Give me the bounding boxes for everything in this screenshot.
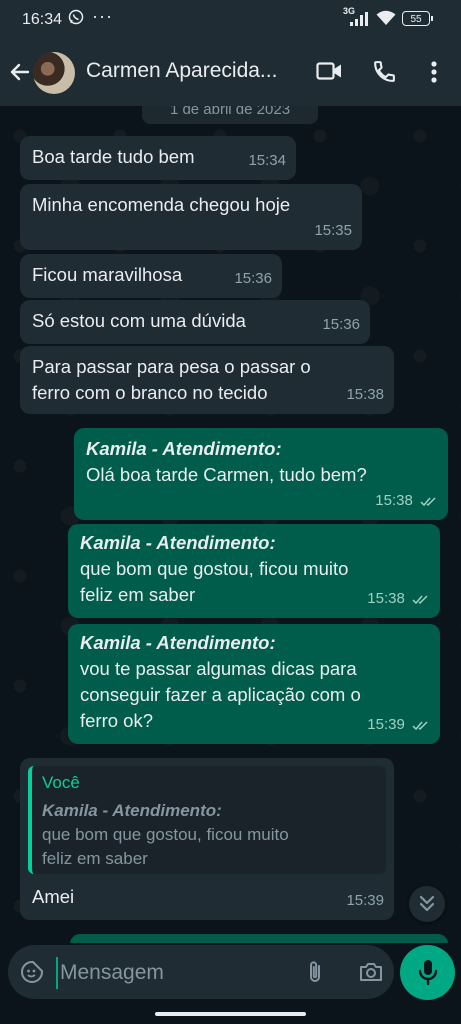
contact-avatar[interactable]	[33, 52, 75, 94]
message-input[interactable]	[56, 957, 292, 989]
quote-line: feliz em saber	[42, 849, 148, 868]
phone-icon[interactable]	[372, 59, 397, 84]
message-time: 15:36	[322, 316, 360, 333]
message-outgoing[interactable]: Kamila - Atendimento: vou te passar algu…	[68, 624, 440, 744]
message-author: Kamila - Atendimento:	[86, 438, 282, 459]
video-call-icon[interactable]	[316, 61, 343, 81]
message-text: Kamila - Atendimento: Olá boa tarde Carm…	[86, 436, 367, 488]
message-line: vou te passar algumas dicas para	[80, 658, 357, 679]
message-incoming[interactable]: Só estou com uma dúvida 15:36	[20, 300, 370, 344]
quote-author: Kamila - Atendimento:	[42, 801, 222, 820]
message-author: Kamila - Atendimento:	[80, 532, 276, 553]
message-line: ferro ok?	[80, 710, 154, 731]
message-line: que bom que gostou, ficou muito	[80, 558, 349, 579]
message-line: conseguir fazer a aplicação com o	[80, 684, 361, 705]
message-outgoing[interactable]: Kamila - Atendimento: Olá boa tarde Carm…	[74, 428, 448, 520]
message-meta: 15:38	[367, 586, 430, 612]
message-line: Olá boa tarde Carmen, tudo bem?	[86, 464, 367, 485]
message-line: ferro com o branco no tecido	[32, 382, 268, 403]
contact-name[interactable]: Carmen Aparecida...	[86, 59, 306, 83]
message-incoming[interactable]: Para passar para pesa o passar o ferro c…	[20, 346, 394, 414]
message-incoming[interactable]: Boa tarde tudo bem 15:34	[20, 136, 296, 180]
camera-icon[interactable]	[358, 960, 384, 984]
message-text: Ficou maravilhosa	[32, 264, 183, 285]
quote-sender: Você	[42, 773, 80, 792]
mic-icon	[418, 960, 438, 986]
wifi-icon	[376, 10, 396, 25]
message-list[interactable]: 1 de abril de 2023 Boa tarde tudo bem 15…	[0, 106, 461, 943]
message-time: 15:36	[234, 270, 272, 287]
message-incoming-reply[interactable]: Você Kamila - Atendimento: que bom que g…	[20, 758, 394, 920]
chat-header: Carmen Aparecida...	[0, 40, 461, 106]
message-text: Para passar para pesa o passar o ferro c…	[32, 354, 311, 406]
read-ticks-icon	[412, 721, 428, 730]
more-notifications-icon: ···	[92, 6, 113, 26]
sticker-icon[interactable]	[20, 960, 44, 984]
message-incoming[interactable]: Ficou maravilhosa 15:36	[20, 254, 282, 298]
home-indicator	[155, 1012, 306, 1016]
message-meta: 15:39	[367, 712, 430, 738]
signal-icon	[350, 12, 368, 26]
message-text: Só estou com uma dúvida	[32, 310, 246, 331]
status-bar: 16:34 ··· 3G 55	[0, 0, 461, 40]
message-time: 15:35	[314, 222, 352, 239]
double-chevron-down-icon	[419, 895, 435, 912]
message-outgoing[interactable]: Kamila - Atendimento: que bom que gostou…	[68, 524, 440, 618]
message-composer	[8, 945, 394, 999]
message-time: 15:38	[346, 386, 384, 403]
message-time: 15:34	[248, 152, 286, 169]
message-time: 15:38	[375, 492, 413, 509]
battery-indicator: 55	[402, 11, 433, 26]
status-time: 16:34	[22, 11, 63, 28]
message-text: Minha encomenda chegou hoje	[32, 194, 291, 215]
message-time: 15:39	[367, 716, 405, 733]
message-text: Boa tarde tudo bem	[32, 146, 195, 167]
message-author: Kamila - Atendimento:	[80, 632, 276, 653]
message-line: feliz em saber	[80, 584, 196, 605]
message-outgoing-partial	[70, 934, 448, 943]
message-text: Amei	[32, 886, 75, 907]
more-vert-icon[interactable]	[424, 59, 444, 85]
quoted-message[interactable]: Você Kamila - Atendimento: que bom que g…	[28, 766, 386, 874]
back-arrow-icon[interactable]	[8, 60, 32, 84]
message-meta: 15:38	[375, 488, 438, 514]
voice-message-button[interactable]	[400, 945, 455, 1000]
read-ticks-icon	[420, 497, 436, 506]
quote-text: que bom que gostou, ficou muito feliz em…	[42, 823, 289, 871]
message-incoming[interactable]: Minha encomenda chegou hoje 15:35	[20, 184, 362, 250]
attach-icon[interactable]	[305, 959, 325, 985]
read-ticks-icon	[412, 595, 428, 604]
message-line: Para passar para pesa o passar o	[32, 356, 311, 377]
whatsapp-notification-icon	[68, 9, 84, 25]
message-text: Kamila - Atendimento: que bom que gostou…	[80, 530, 348, 608]
scroll-to-bottom-button[interactable]	[409, 886, 445, 922]
quote-line: que bom que gostou, ficou muito	[42, 825, 289, 844]
message-time: 15:38	[367, 590, 405, 607]
message-text: Kamila - Atendimento: vou te passar algu…	[80, 630, 361, 734]
message-time: 15:39	[346, 892, 384, 909]
date-separator: 1 de abril de 2023	[142, 106, 318, 124]
